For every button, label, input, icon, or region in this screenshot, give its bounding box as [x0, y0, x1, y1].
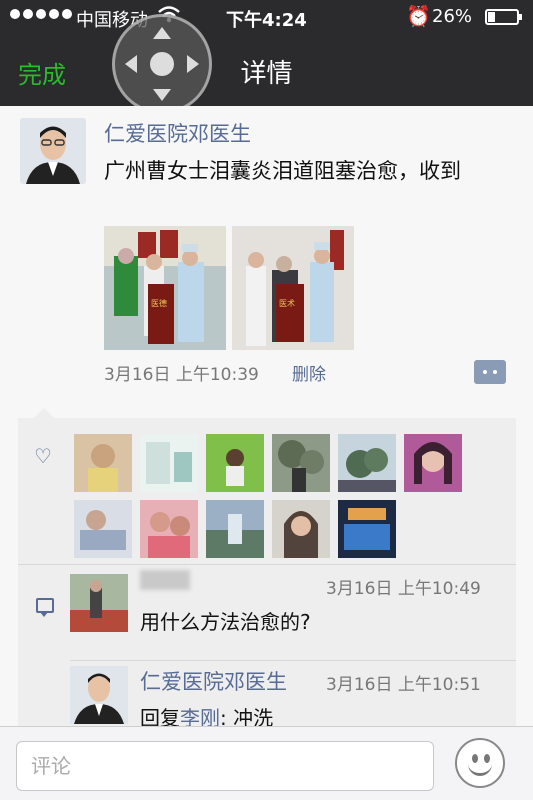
svg-text:医术: 医术 — [279, 298, 295, 308]
page-title: 详情 — [240, 59, 293, 89]
post-photo-2[interactable]: 医术 — [232, 226, 354, 350]
moment-post: 仁爱医院邓医生 广州曹女士泪囊炎泪道阻塞治愈，收到 医德 医术 3月16日 上午… — [0, 106, 533, 738]
likes-comments-panel: ♡ 3月16日 上午10:49 用什么方法治愈的? 仁爱医院邓医生 3月16日 … — [18, 408, 516, 738]
comment-menu-icon[interactable] — [474, 360, 506, 384]
comment-composer — [0, 726, 533, 800]
top-bar: 中国移动 下午4:24 ⏰ 26% 完成 详情 — [0, 0, 533, 114]
liker-avatar[interactable] — [140, 434, 198, 492]
comment-text: 用什么方法治愈的? — [140, 610, 311, 634]
heart-icon: ♡ — [34, 444, 52, 468]
divider — [18, 564, 516, 565]
arrow-down-icon — [153, 89, 171, 101]
arrow-up-icon — [153, 27, 171, 39]
assistive-touch-button[interactable] — [112, 14, 212, 114]
liker-avatar[interactable] — [404, 434, 462, 492]
post-photo-1[interactable]: 医德 — [104, 226, 226, 350]
status-bar: 中国移动 下午4:24 ⏰ 26% — [0, 0, 533, 34]
reply-author-avatar[interactable] — [70, 666, 128, 724]
liker-avatar[interactable] — [272, 434, 330, 492]
liker-avatar[interactable] — [338, 434, 396, 492]
emoji-icon[interactable] — [455, 738, 505, 788]
comment-time: 3月16日 上午10:49 — [326, 579, 481, 599]
liker-avatar[interactable] — [272, 500, 330, 558]
commenter-name[interactable] — [140, 570, 190, 590]
alarm-icon: ⏰ — [406, 4, 431, 28]
liker-avatar[interactable] — [206, 434, 264, 492]
liker-avatar[interactable] — [74, 500, 132, 558]
liker-avatar[interactable] — [206, 500, 264, 558]
delete-link[interactable]: 删除 — [292, 360, 326, 385]
battery-icon — [485, 9, 522, 25]
comment-input[interactable] — [16, 741, 434, 791]
arrow-left-icon — [125, 55, 137, 73]
assistive-touch-core-icon — [150, 52, 174, 76]
commenter-avatar[interactable] — [70, 574, 128, 632]
arrow-right-icon — [187, 55, 199, 73]
liker-avatar[interactable] — [140, 500, 198, 558]
comment-icon — [36, 598, 54, 617]
reply-time: 3月16日 上午10:51 — [326, 675, 481, 695]
divider — [70, 660, 516, 661]
signal-strength-icon — [10, 9, 72, 19]
liker-avatar[interactable] — [338, 500, 396, 558]
poster-avatar[interactable] — [20, 118, 86, 184]
post-timestamp: 3月16日 上午10:39 — [104, 365, 259, 385]
poster-name[interactable]: 仁爱医院邓医生 — [104, 118, 251, 148]
battery-percent: 26% — [432, 6, 473, 27]
svg-text:医德: 医德 — [151, 298, 167, 308]
post-text: 广州曹女士泪囊炎泪道阻塞治愈，收到 — [104, 159, 461, 183]
clock: 下午4:24 — [226, 10, 307, 31]
reply-author-name[interactable]: 仁爱医院邓医生 — [140, 666, 287, 696]
liker-avatar[interactable] — [74, 434, 132, 492]
